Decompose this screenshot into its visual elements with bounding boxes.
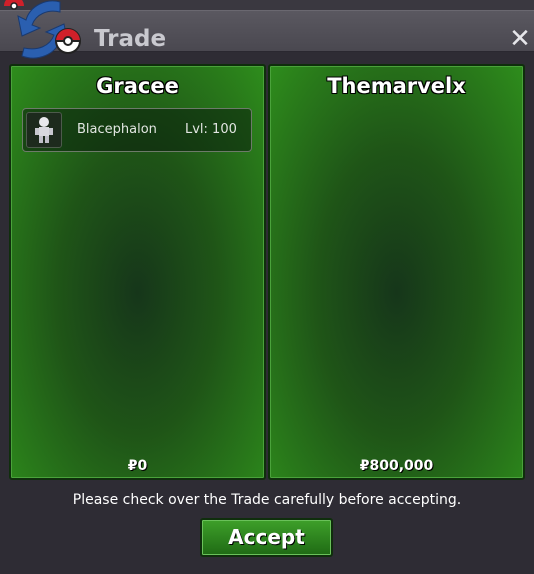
money-offer-left: ₽0: [127, 458, 148, 474]
accept-button[interactable]: Accept: [200, 518, 333, 557]
close-icon[interactable]: ✕: [506, 25, 534, 53]
trade-item[interactable]: Blacephalon Lvl: 100: [22, 108, 252, 152]
player-name-left: Gracee: [96, 74, 179, 98]
trade-panel-right: Themarvelx ₽800,000: [268, 64, 525, 480]
player-name-right: Themarvelx: [327, 74, 466, 98]
trade-notice: Please check over the Trade carefully be…: [72, 492, 462, 508]
trade-panel-left: Gracee Blacephalon Lvl: 100 ₽0: [9, 64, 266, 480]
pokemon-name: Blacephalon: [77, 122, 157, 137]
pokemon-level: Lvl: 100: [185, 122, 237, 137]
trade-arrows-icon: [4, 0, 81, 59]
pokemon-sprite-icon: [26, 112, 62, 148]
money-offer-right: ₽800,000: [359, 458, 434, 474]
window-title: Trade: [94, 26, 167, 52]
